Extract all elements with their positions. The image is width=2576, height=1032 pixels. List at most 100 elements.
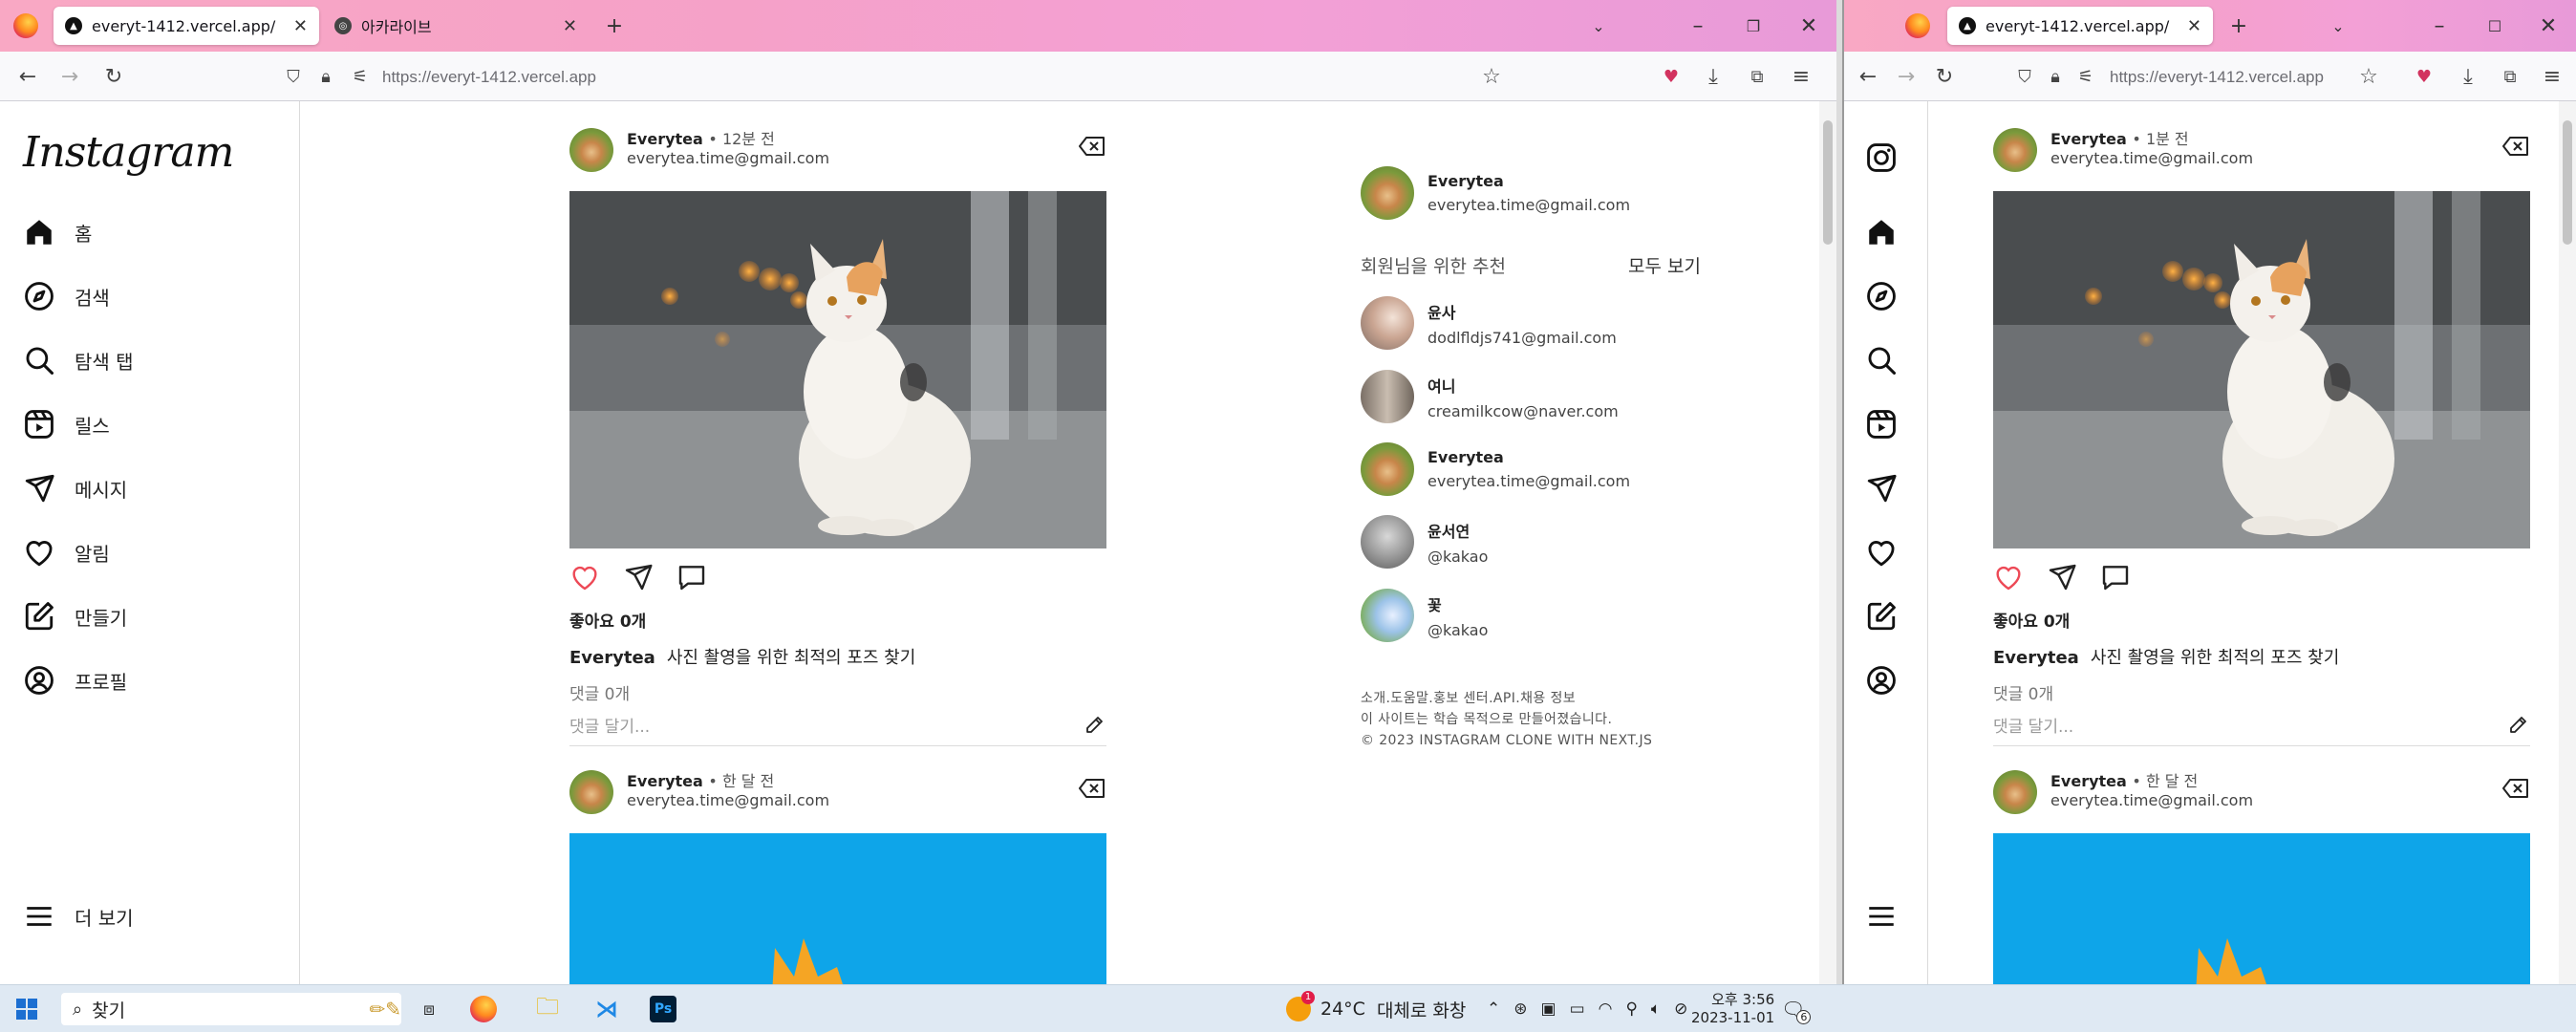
search-icon[interactable]: [1865, 344, 1898, 376]
taskbar-vscode[interactable]: ⋊: [590, 993, 623, 1025]
pencil-icon[interactable]: [1084, 713, 1106, 736]
menu-icon[interactable]: ≡: [1785, 60, 1817, 93]
post-image[interactable]: [1993, 191, 2530, 548]
close-tab-icon[interactable]: ✕: [293, 16, 308, 36]
permissions-icon[interactable]: ⚟: [2070, 60, 2102, 93]
bookmark-star-icon[interactable]: ☆: [2352, 60, 2385, 93]
tab-list-icon[interactable]: ⌄: [1582, 10, 1615, 42]
avatar[interactable]: [1993, 770, 2037, 814]
delete-post-icon[interactable]: [2501, 776, 2530, 801]
post-username[interactable]: Everytea • 한 달 전: [627, 768, 774, 791]
instagram-glyph-icon[interactable]: [1865, 141, 1898, 174]
back-icon[interactable]: ←: [1852, 60, 1884, 93]
reload-icon[interactable]: ↻: [97, 60, 130, 93]
share-send-icon[interactable]: [623, 562, 654, 592]
like-heart-icon[interactable]: [569, 562, 600, 592]
like-heart-icon[interactable]: [1993, 562, 2024, 592]
lock-icon[interactable]: 🔒︎: [2039, 60, 2072, 93]
sidebar-item-reels[interactable]: 릴스: [23, 408, 110, 441]
share-send-icon[interactable]: [2047, 562, 2077, 592]
scrollbar-thumb[interactable]: [1823, 120, 1833, 245]
sidebar-item-explore[interactable]: 탐색 탭: [23, 344, 134, 376]
sidebar-item-search[interactable]: 검색: [23, 280, 110, 312]
forward-icon[interactable]: →: [1890, 60, 1922, 93]
suggestion-item[interactable]: 꽃 @kakao: [1361, 589, 1488, 642]
profile-icon[interactable]: [1865, 664, 1898, 697]
avatar[interactable]: [1361, 166, 1414, 220]
post-username[interactable]: Everytea • 한 달 전: [2050, 768, 2198, 791]
compass-icon[interactable]: [1865, 280, 1898, 312]
new-tab-icon[interactable]: +: [598, 10, 631, 42]
page-scrollbar[interactable]: [2559, 101, 2576, 984]
firefox-icon[interactable]: [13, 13, 38, 38]
task-view-button[interactable]: ⧈: [413, 993, 445, 1025]
heart-icon[interactable]: [1865, 536, 1898, 569]
avatar[interactable]: [569, 128, 613, 172]
send-icon[interactable]: [1865, 472, 1898, 505]
pencil-icon[interactable]: [2507, 713, 2530, 736]
pocket-icon[interactable]: ♥: [1655, 60, 1687, 93]
add-comment-input[interactable]: 댓글 달기...: [569, 713, 650, 737]
reload-icon[interactable]: ↻: [1928, 60, 1961, 93]
close-tab-icon[interactable]: ✕: [2187, 16, 2201, 36]
mic-icon[interactable]: ⚲: [1625, 1000, 1637, 1019]
comment-icon[interactable]: [2100, 562, 2131, 592]
notification-center[interactable]: 🗨︎ 6: [1781, 993, 1812, 1025]
home-icon[interactable]: [1865, 216, 1898, 248]
tab-everyt[interactable]: ▲ everyt-1412.vercel.app/ ✕: [1947, 7, 2213, 45]
extensions-icon[interactable]: ⧉: [1741, 60, 1773, 93]
tab-arca[interactable]: ◎ 아카라이브 ✕: [323, 7, 589, 45]
avatar[interactable]: [1993, 128, 2037, 172]
tab-everyt[interactable]: ▲ everyt-1412.vercel.app/ ✕: [54, 7, 319, 45]
wifi-icon[interactable]: ◠: [1599, 1000, 1613, 1019]
sidebar-item-home[interactable]: 홈: [23, 216, 92, 248]
battery-icon[interactable]: ▭: [1570, 1000, 1585, 1019]
taskbar-search[interactable]: ⌕ 찾기 ✏✎: [61, 993, 401, 1025]
comment-count[interactable]: 댓글 0개: [569, 680, 630, 704]
comment-icon[interactable]: [676, 562, 707, 592]
delete-post-icon[interactable]: [1078, 776, 1106, 801]
close-window-icon[interactable]: ✕: [2532, 10, 2565, 42]
menu-icon[interactable]: ≡: [2536, 60, 2568, 93]
taskbar-explorer[interactable]: 🗀: [531, 993, 564, 1025]
reels-icon[interactable]: [1865, 408, 1898, 441]
instagram-logo[interactable]: Instagram: [23, 128, 234, 177]
avatar[interactable]: [1361, 296, 1414, 350]
network-status-icon[interactable]: ⊛: [1513, 1000, 1527, 1019]
back-icon[interactable]: ←: [11, 60, 44, 93]
minimize-icon[interactable]: –: [1682, 10, 1714, 42]
new-tab-icon[interactable]: +: [2222, 10, 2255, 42]
start-button[interactable]: [15, 993, 38, 1025]
page-scrollbar[interactable]: [1819, 101, 1836, 984]
sidebar-item-profile[interactable]: 프로필: [23, 664, 127, 697]
taskbar-photoshop[interactable]: Ps: [650, 993, 676, 1025]
avatar[interactable]: [569, 770, 613, 814]
delete-post-icon[interactable]: [1078, 134, 1106, 159]
lock-icon[interactable]: 🔒︎: [310, 60, 342, 93]
firefox-icon[interactable]: [1905, 13, 1930, 38]
suggestion-item[interactable]: 윤서연 @kakao: [1361, 515, 1488, 569]
maximize-icon[interactable]: ☐: [2479, 10, 2511, 42]
comment-count[interactable]: 댓글 0개: [1993, 680, 2053, 704]
restore-icon[interactable]: ❐: [1737, 10, 1770, 42]
url-bar[interactable]: https://everyt-1412.vercel.app: [2110, 63, 2324, 92]
minimize-icon[interactable]: –: [2423, 10, 2456, 42]
suggestion-item[interactable]: 여니 creamilkcow@naver.com: [1361, 370, 1619, 423]
caption-username[interactable]: Everytea: [569, 648, 655, 668]
volume-icon[interactable]: 🔈︎: [1651, 1000, 1661, 1019]
current-user[interactable]: Everytea everytea.time@gmail.com: [1361, 166, 1630, 220]
avatar[interactable]: [1361, 515, 1414, 569]
permissions-icon[interactable]: ⚟: [344, 60, 376, 93]
sidebar-item-more[interactable]: 더 보기: [23, 900, 134, 933]
shield-icon[interactable]: ⛉: [277, 60, 310, 93]
see-all-link[interactable]: 모두 보기: [1628, 252, 1701, 278]
scrollbar-thumb[interactable]: [2563, 120, 2572, 245]
delete-post-icon[interactable]: [2501, 134, 2530, 159]
taskbar-firefox[interactable]: [470, 993, 497, 1025]
sidebar-item-notifications[interactable]: 알림: [23, 536, 110, 569]
app-tray-icon[interactable]: ▣: [1541, 1000, 1556, 1019]
footer-links[interactable]: 소개.도움말.홍보 센터.API.채용 정보: [1361, 688, 1652, 709]
post-username[interactable]: Everytea • 1분 전: [2050, 126, 2189, 149]
weather-widget[interactable]: 1 24°C 대체로 화창: [1286, 991, 1466, 1025]
chevron-up-icon[interactable]: ⌃: [1487, 1000, 1500, 1019]
